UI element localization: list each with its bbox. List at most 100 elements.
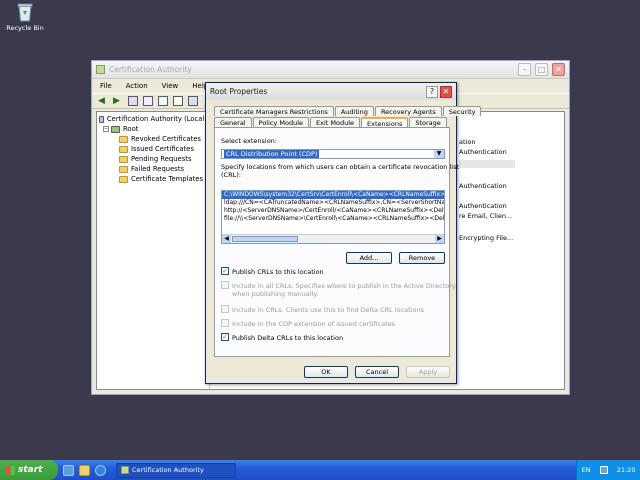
- selected-row-highlight: [459, 160, 515, 168]
- mmc-titlebar: Certification Authority – □ ✕: [92, 61, 569, 79]
- publish-crls-label: Publish CRLs to this location: [232, 268, 324, 276]
- ca-icon: [99, 115, 104, 123]
- dialog-close-button[interactable]: ✕: [440, 85, 452, 98]
- scroll-left-icon[interactable]: ◀: [222, 235, 231, 243]
- specify-locations-text: Specify locations from which users can o…: [221, 163, 460, 171]
- include-cdp-checkbox[interactable]: [221, 319, 229, 327]
- tab-recovery-agents[interactable]: Recovery Agents: [374, 106, 442, 116]
- apply-button[interactable]: Apply: [406, 366, 450, 378]
- template-row-fragment: ation: [459, 138, 476, 146]
- scroll-right-icon[interactable]: ▶: [435, 235, 444, 243]
- template-row-fragment: Encrypting File...: [459, 234, 514, 242]
- recycle-bin-label: Recycle Bin: [6, 24, 44, 32]
- template-row-fragment: Authentication: [459, 148, 507, 156]
- publish-delta-crls-label: Publish Delta CRLs to this location: [232, 334, 344, 342]
- network-icon[interactable]: [599, 466, 608, 474]
- server-icon: [111, 125, 120, 133]
- extensions-panel: Select extension: CRL Distribution Point…: [214, 127, 459, 357]
- root-properties-dialog: Root Properties ? ✕ Certificate Managers…: [205, 82, 482, 384]
- cancel-button[interactable]: Cancel: [355, 366, 399, 378]
- dialog-titlebar: Root Properties ? ✕: [206, 83, 456, 100]
- maximize-button[interactable]: □: [535, 63, 548, 76]
- start-button[interactable]: start: [0, 460, 58, 480]
- add-button[interactable]: Add...: [346, 252, 392, 264]
- tree-node-pending[interactable]: Pending Requests: [99, 154, 207, 164]
- back-arrow-icon[interactable]: ◀: [98, 96, 108, 106]
- tab-cert-managers[interactable]: Certificate Managers Restrictions: [214, 106, 334, 116]
- tab-security[interactable]: Security: [442, 106, 482, 116]
- template-row-fragment: Authentication: [459, 202, 507, 210]
- help-icon[interactable]: [188, 96, 198, 106]
- ok-button[interactable]: OK: [304, 366, 348, 378]
- publish-crls-checkbox[interactable]: ✓: [221, 267, 229, 275]
- template-row-fragment: Authentication: [459, 182, 507, 190]
- specify-locations-text-2: (CRL):: [221, 171, 241, 179]
- tree-node-templates[interactable]: Certificate Templates: [99, 174, 207, 184]
- help-button[interactable]: ?: [426, 85, 438, 98]
- menu-view[interactable]: View: [162, 82, 179, 90]
- include-in-crls-checkbox[interactable]: [221, 305, 229, 313]
- folder-icon: [119, 135, 128, 143]
- recycle-bin-icon: [17, 3, 33, 22]
- include-in-crls-label: Include in CRLs. Clients use this to fin…: [232, 306, 425, 314]
- dialog-title: Root Properties: [210, 87, 268, 96]
- chevron-down-icon[interactable]: ▼: [434, 150, 444, 158]
- extension-dropdown-value: CRL Distribution Point (CDP): [224, 150, 320, 158]
- tab-exit-module[interactable]: Exit Module: [310, 117, 361, 127]
- taskbar: start Certification Authority EN 21:20: [0, 460, 640, 480]
- language-indicator[interactable]: EN: [582, 466, 591, 474]
- mmc-taskbar-icon: [121, 466, 129, 474]
- crl-location-list[interactable]: C:\WINDOWS\system32\CertSrv\CertEnroll\<…: [221, 190, 445, 244]
- folder-icon: [119, 145, 128, 153]
- publish-delta-crls-checkbox[interactable]: ✓: [221, 333, 229, 341]
- list-item[interactable]: ldap:///CN=<CATruncatedName><CRLNameSuff…: [222, 199, 444, 207]
- tab-auditing[interactable]: Auditing: [334, 106, 374, 116]
- template-row-fragment: re Email, Clien...: [459, 212, 513, 220]
- properties-icon[interactable]: [143, 96, 153, 106]
- taskbar-item-certification-authority[interactable]: Certification Authority: [116, 462, 236, 478]
- tree-node-ca-local[interactable]: Certification Authority (Local): [99, 114, 207, 124]
- mmc-app-icon: [96, 65, 105, 74]
- windows-logo-icon: [6, 465, 15, 475]
- include-all-crls-label: Include in all CRLs. Specifies where to …: [232, 282, 456, 290]
- tab-general[interactable]: General: [214, 117, 252, 127]
- show-tree-icon[interactable]: [128, 96, 138, 106]
- include-cdp-label: Include in the CDP extension of issued c…: [232, 320, 396, 328]
- include-all-crls-checkbox[interactable]: [221, 281, 229, 289]
- collapse-icon[interactable]: −: [103, 126, 109, 132]
- remove-button[interactable]: Remove: [399, 252, 445, 264]
- folder-icon: [119, 165, 128, 173]
- refresh-icon[interactable]: [158, 96, 168, 106]
- folder-icon: [119, 175, 128, 183]
- system-tray: EN 21:20: [576, 460, 640, 480]
- mmc-title: Certification Authority: [109, 65, 192, 74]
- quicklaunch-desktop-icon[interactable]: [63, 464, 74, 476]
- clock[interactable]: 21:20: [617, 466, 636, 474]
- scroll-thumb[interactable]: [232, 236, 298, 242]
- recycle-bin-desktop-icon[interactable]: Recycle Bin: [6, 2, 44, 32]
- list-item[interactable]: file://\\<ServerDNSName>\CertEnroll\<CaN…: [222, 215, 444, 223]
- quicklaunch-ie-icon[interactable]: [95, 464, 106, 476]
- menu-file[interactable]: File: [100, 82, 112, 90]
- include-all-crls-label-2: when publishing manually.: [232, 290, 319, 298]
- extension-dropdown[interactable]: CRL Distribution Point (CDP) ▼: [221, 149, 445, 159]
- select-extension-label: Select extension:: [221, 137, 277, 145]
- list-item[interactable]: C:\WINDOWS\system32\CertSrv\CertEnroll\<…: [222, 191, 444, 199]
- folder-icon: [119, 155, 128, 163]
- tree-node-issued[interactable]: Issued Certificates: [99, 144, 207, 154]
- tree-node-revoked[interactable]: Revoked Certificates: [99, 134, 207, 144]
- minimize-button[interactable]: –: [518, 63, 531, 76]
- quicklaunch-explorer-icon[interactable]: [79, 464, 90, 476]
- tree-node-failed[interactable]: Failed Requests: [99, 164, 207, 174]
- tree-node-root[interactable]: − Root: [99, 124, 207, 134]
- tab-storage[interactable]: Storage: [409, 117, 447, 127]
- console-tree: Certification Authority (Local) − Root Re…: [99, 114, 207, 184]
- tab-policy-module[interactable]: Policy Module: [252, 117, 310, 127]
- list-item[interactable]: http://<ServerDNSName>/CertEnroll/<CaNam…: [222, 207, 444, 215]
- mmc-close-button[interactable]: ✕: [552, 63, 565, 76]
- forward-arrow-icon[interactable]: ▶: [113, 96, 123, 106]
- tab-row-1: Certificate Managers Restrictions Auditi…: [214, 106, 482, 116]
- menu-action[interactable]: Action: [126, 82, 148, 90]
- horizontal-scrollbar[interactable]: ◀ ▶: [222, 234, 444, 243]
- export-icon[interactable]: [173, 96, 183, 106]
